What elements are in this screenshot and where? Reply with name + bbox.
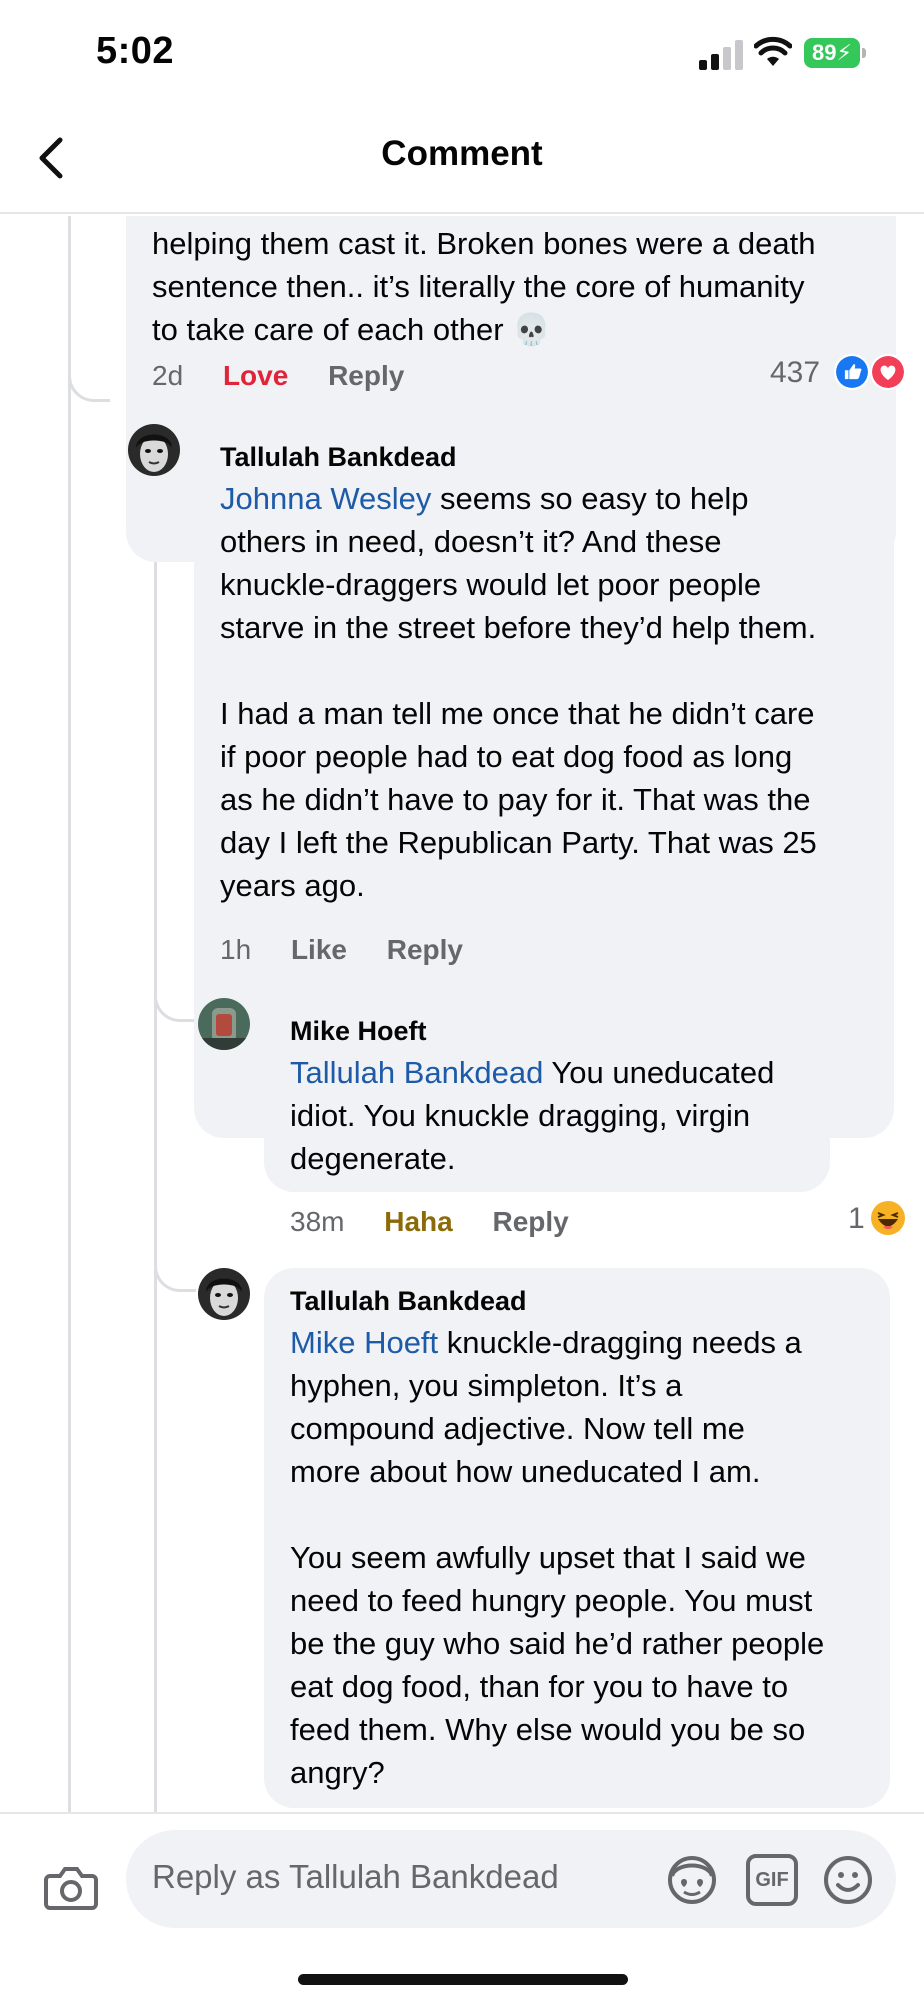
love-reaction-button[interactable]: Love	[223, 360, 288, 391]
comment-bubble: Tallulah Bankdead Mike Hoeft knuckle-dra…	[264, 1268, 890, 1808]
header: Comment	[0, 100, 924, 214]
reply-button[interactable]: Reply	[328, 360, 404, 391]
camera-icon[interactable]	[44, 1864, 98, 1912]
comment-actions: 1h Like Reply	[220, 934, 495, 966]
comment-text: Tallulah Bankdead You uneducated idiot. …	[290, 1055, 775, 1176]
thread-connector	[154, 986, 196, 1022]
reply-composer: Reply as Tallulah Bankdead GIF	[0, 1812, 924, 2000]
avatar[interactable]	[128, 424, 180, 476]
comment-actions: 38m Haha Reply	[290, 1206, 601, 1238]
comment-author[interactable]: Mike Hoeft	[290, 1016, 804, 1047]
status-time: 5:02	[96, 30, 175, 72]
thread-line	[68, 216, 71, 1812]
love-icon	[870, 354, 906, 390]
comment-text: Johnna Wesley seems so easy to help othe…	[220, 481, 817, 903]
home-indicator	[298, 1974, 628, 1985]
comment-time: 38m	[290, 1206, 345, 1237]
battery-level: 89⚡	[804, 38, 860, 68]
reply-placeholder: Reply as Tallulah Bankdead	[152, 1858, 559, 1895]
reply-input[interactable]: Reply as Tallulah Bankdead GIF	[126, 1830, 896, 1928]
haha-reaction-button[interactable]: Haha	[384, 1206, 452, 1237]
mention-link[interactable]: Johnna Wesley	[220, 481, 431, 516]
comment-actions: 2d Love Reply	[152, 360, 436, 392]
haha-icon	[871, 1201, 905, 1235]
comment-text: Mike Hoeft knuckle-dragging needs a hyph…	[290, 1325, 825, 1790]
avatar[interactable]	[198, 998, 250, 1050]
wifi-icon	[754, 36, 792, 66]
status-bar: 5:02 89⚡	[0, 0, 924, 100]
gif-icon[interactable]: GIF	[746, 1854, 798, 1906]
emoji-icon[interactable]	[822, 1854, 874, 1906]
mention-link[interactable]: Mike Hoeft	[290, 1325, 438, 1360]
comment-text: helping them cast it. Broken bones were …	[152, 226, 816, 347]
comment-thread: helping them cast it. Broken bones were …	[0, 216, 924, 1812]
comment-time: 2d	[152, 360, 184, 391]
like-icon	[834, 354, 870, 390]
avatar[interactable]	[198, 1268, 250, 1320]
comment-time: 1h	[220, 934, 252, 965]
like-button[interactable]: Like	[291, 934, 347, 965]
thread-connector	[68, 366, 110, 402]
comment-bubble: Mike Hoeft Tallulah Bankdead You uneduca…	[264, 998, 830, 1192]
comment-author[interactable]: Tallulah Bankdead	[290, 1286, 864, 1317]
reply-button[interactable]: Reply	[387, 934, 463, 965]
avatar-sticker-icon[interactable]	[666, 1854, 718, 1906]
battery-icon: 89⚡	[804, 38, 866, 68]
mention-link[interactable]: Tallulah Bankdead	[290, 1055, 543, 1090]
page-title: Comment	[381, 134, 543, 173]
thread-line	[154, 496, 157, 1812]
reply-button[interactable]: Reply	[493, 1206, 569, 1237]
reaction-count[interactable]: 1	[848, 1202, 865, 1236]
thread-connector	[154, 1256, 196, 1292]
cellular-signal-icon	[699, 40, 743, 70]
reaction-count[interactable]: 437	[770, 356, 820, 390]
comment-author[interactable]: Tallulah Bankdead	[220, 442, 868, 473]
